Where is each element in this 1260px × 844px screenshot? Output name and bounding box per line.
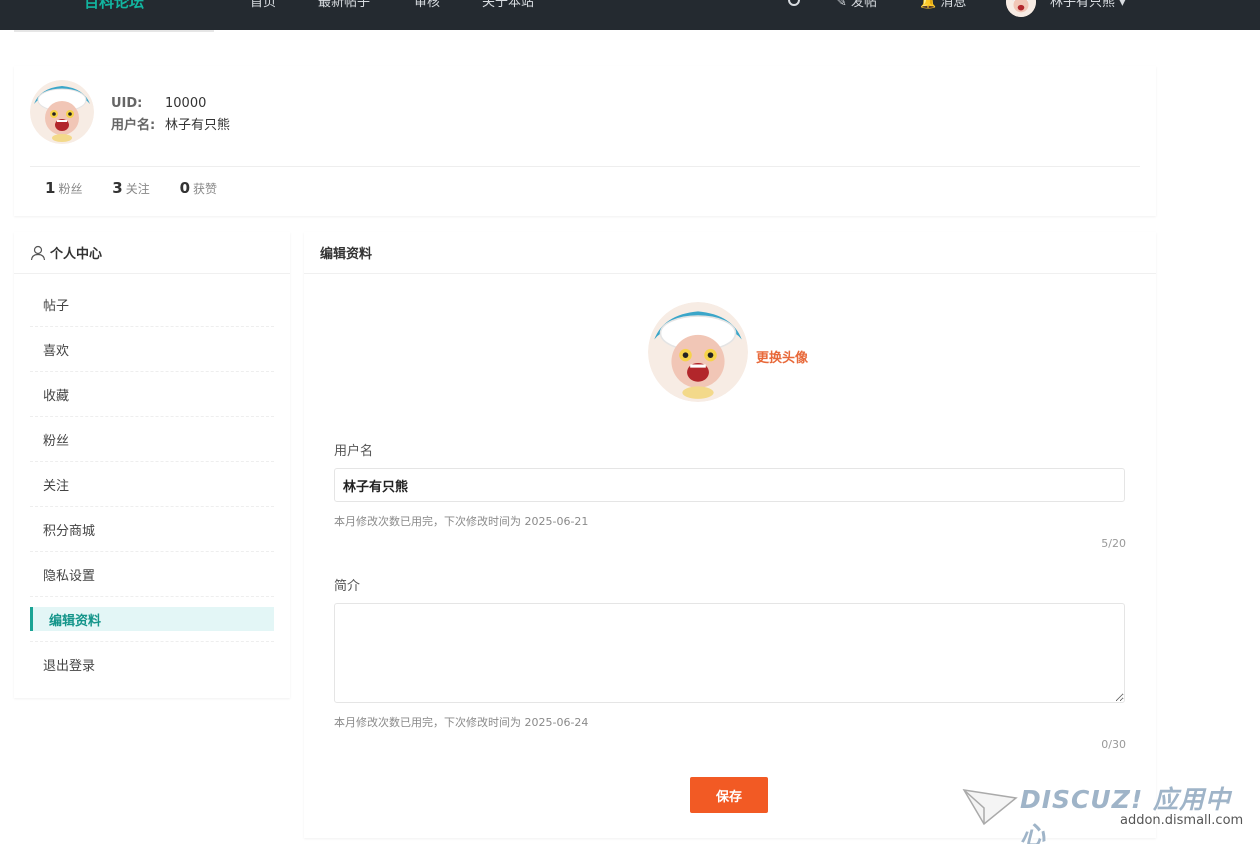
username-hint: 本月修改次数已用完，下次修改时间为 2025-06-21 xyxy=(334,515,589,528)
username-field-label: 用户名 xyxy=(334,444,374,459)
sidebar-item-logout[interactable]: 退出登录 xyxy=(30,642,274,687)
profile-stats: 1 粉丝 3 关注 0 获赞 xyxy=(45,179,243,197)
avatar-image xyxy=(648,302,748,402)
sidebar-item-likes[interactable]: 喜欢 xyxy=(30,327,274,372)
stat-likes-label: 获赞 xyxy=(193,182,218,196)
sidebar-item-posts[interactable]: 帖子 xyxy=(30,282,274,327)
stat-fans-label: 粉丝 xyxy=(58,182,83,196)
nav-audit[interactable]: 审核 xyxy=(414,0,440,10)
profile-divider xyxy=(30,166,1140,167)
username-label: 用户名: xyxy=(111,118,156,133)
bio-hint: 本月修改次数已用完，下次修改时间为 2025-06-24 xyxy=(334,716,589,729)
search-icon[interactable] xyxy=(788,0,800,6)
sidebar-item-edit-profile[interactable]: 编辑资料 xyxy=(30,597,274,642)
sidebar-item-privacy[interactable]: 隐私设置 xyxy=(30,552,274,597)
panel-title: 编辑资料 xyxy=(304,232,1156,274)
user-menu[interactable]: 林子有只熊 ▾ xyxy=(1050,0,1126,10)
new-post-button[interactable]: ✎ 发帖 xyxy=(836,0,877,10)
user-menu-name: 林子有只熊 xyxy=(1050,0,1116,10)
stat-following-label: 关注 xyxy=(125,182,150,196)
stat-following[interactable]: 3 关注 xyxy=(112,179,149,197)
uid-label: UID: xyxy=(111,96,143,111)
username-input[interactable] xyxy=(334,468,1125,502)
user-center-sidebar: 个人中心 帖子 喜欢 收藏 粉丝 关注 积分商城 隐私设置 编辑资料 退出登录 xyxy=(14,232,290,698)
stat-fans-num: 1 xyxy=(45,179,56,197)
sidebar-header: 个人中心 xyxy=(14,232,290,274)
avatar-image xyxy=(30,80,94,144)
messages-label: 消息 xyxy=(940,0,967,10)
sidebar-item-fans[interactable]: 粉丝 xyxy=(30,417,274,462)
bio-textarea[interactable] xyxy=(334,603,1125,703)
edit-avatar[interactable] xyxy=(648,302,748,402)
sidebar-title: 个人中心 xyxy=(50,247,103,262)
stat-likes-num: 0 xyxy=(179,179,190,197)
stat-likes[interactable]: 0 获赞 xyxy=(180,179,217,197)
user-icon xyxy=(30,245,46,260)
nav-about[interactable]: 关于本站 xyxy=(482,0,534,10)
user-avatar-small[interactable] xyxy=(1006,0,1036,17)
username-char-count: 5/20 xyxy=(1101,537,1126,550)
username-value: 林子有只熊 xyxy=(165,118,231,133)
bio-char-count: 0/30 xyxy=(1101,738,1126,751)
nav-latest-posts[interactable]: 最新帖子 xyxy=(318,0,370,10)
stat-fans[interactable]: 1 粉丝 xyxy=(45,179,82,197)
avatar-image xyxy=(1006,0,1036,17)
bio-field-label: 简介 xyxy=(334,579,361,594)
profile-card: UID: 10000 用户名: 林子有只熊 1 粉丝 3 关注 0 获赞 xyxy=(14,66,1156,216)
change-avatar-link[interactable]: 更换头像 xyxy=(756,347,808,366)
sidebar-item-following[interactable]: 关注 xyxy=(30,462,274,507)
sidebar-item-edit-profile-label: 编辑资料 xyxy=(30,607,274,631)
subnav-divider xyxy=(14,30,214,32)
profile-meta: UID: 10000 用户名: 林子有只熊 xyxy=(111,93,230,137)
site-logo[interactable]: 百科论坛 xyxy=(84,0,144,12)
profile-avatar xyxy=(30,80,94,144)
stat-following-num: 3 xyxy=(112,179,123,197)
nav-home[interactable]: 首页 xyxy=(250,0,276,10)
sidebar-item-points-mall[interactable]: 积分商城 xyxy=(30,507,274,552)
messages-button[interactable]: 🔔 消息 xyxy=(920,0,966,10)
sidebar-item-favorites[interactable]: 收藏 xyxy=(30,372,274,417)
paper-plane-icon xyxy=(962,789,1018,826)
edit-profile-panel: 编辑资料 更换头像 用户名 本月修改次数已用完，下次修改时间为 2025-06-… xyxy=(304,232,1156,838)
watermark-brand: DISCUZ! 应用中心 xyxy=(1020,785,1231,844)
watermark-url: addon.dismall.com xyxy=(1120,813,1244,828)
new-post-label: 发帖 xyxy=(851,0,878,10)
save-button[interactable]: 保存 xyxy=(690,777,768,813)
top-navbar: 百科论坛 首页 最新帖子 审核 关于本站 ✎ 发帖 🔔 消息 林子有只熊 ▾ xyxy=(0,0,1260,30)
discuz-watermark: DISCUZ! 应用中心 addon.dismall.com xyxy=(962,780,1252,844)
sidebar-menu: 帖子 喜欢 收藏 粉丝 关注 积分商城 隐私设置 编辑资料 退出登录 xyxy=(14,282,290,687)
uid-value: 10000 xyxy=(165,96,207,111)
